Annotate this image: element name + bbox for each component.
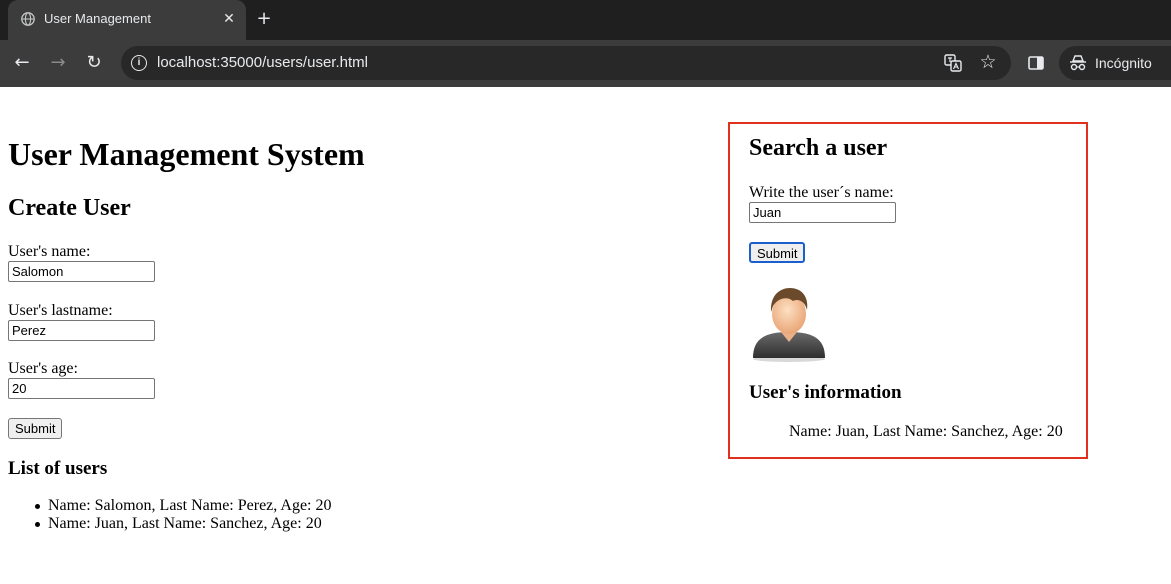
back-arrow-icon[interactable]: ← — [10, 51, 34, 75]
site-info-icon[interactable]: i — [131, 55, 147, 71]
browser-toolbar: ← → ↻ i localhost:35000/users/user.html … — [0, 40, 1171, 87]
browser-tab-strip: User Management ✕ + — [0, 0, 1171, 40]
incognito-icon — [1070, 55, 1086, 71]
name-input[interactable] — [8, 261, 155, 282]
reload-icon[interactable]: ↻ — [82, 51, 106, 75]
close-tab-icon[interactable]: ✕ — [220, 10, 238, 28]
bookmark-star-icon[interactable]: ☆ — [976, 50, 1000, 74]
side-panel-icon[interactable] — [1028, 56, 1044, 70]
translate-icon[interactable] — [944, 54, 962, 72]
list-of-users-heading: List of users — [8, 458, 108, 479]
users-list: Name: Salomon, Last Name: Perez, Age: 20… — [34, 497, 332, 533]
user-info-heading: User's information — [749, 382, 902, 403]
name-label: User's name: — [8, 243, 91, 260]
list-item: Name: Salomon, Last Name: Perez, Age: 20 — [34, 497, 332, 514]
age-input[interactable] — [8, 378, 155, 399]
forward-arrow-icon[interactable]: → — [46, 51, 70, 75]
globe-icon — [21, 12, 35, 26]
user-avatar-icon — [753, 288, 825, 362]
search-user-panel: Search a user Write the user´s name: Sub… — [728, 122, 1088, 459]
lastname-label: User's lastname: — [8, 302, 113, 319]
search-input[interactable] — [749, 202, 896, 223]
address-bar[interactable]: i localhost:35000/users/user.html ☆ — [121, 46, 1011, 80]
url-text[interactable]: localhost:35000/users/user.html — [157, 54, 368, 71]
age-label: User's age: — [8, 360, 78, 377]
incognito-label: Incógnito — [1095, 55, 1152, 71]
list-item: Name: Juan, Last Name: Sanchez, Age: 20 — [34, 515, 331, 533]
new-tab-button[interactable]: + — [254, 9, 274, 29]
search-label: Write the user´s name: — [749, 184, 894, 201]
tab-title: User Management — [44, 11, 151, 26]
search-heading: Search a user — [749, 135, 888, 161]
browser-tab[interactable]: User Management ✕ — [8, 0, 246, 40]
page-content: User Management System Create User User'… — [0, 87, 1171, 584]
lastname-input[interactable] — [8, 320, 155, 341]
user-info-text: Name: Juan, Last Name: Sanchez, Age: 20 — [789, 423, 1063, 440]
page-title: User Management System — [8, 136, 365, 172]
search-submit-button[interactable]: Submit — [749, 242, 806, 263]
create-submit-button[interactable]: Submit — [8, 418, 63, 439]
create-user-heading: Create User — [8, 195, 131, 221]
incognito-badge[interactable]: Incógnito — [1059, 46, 1171, 80]
